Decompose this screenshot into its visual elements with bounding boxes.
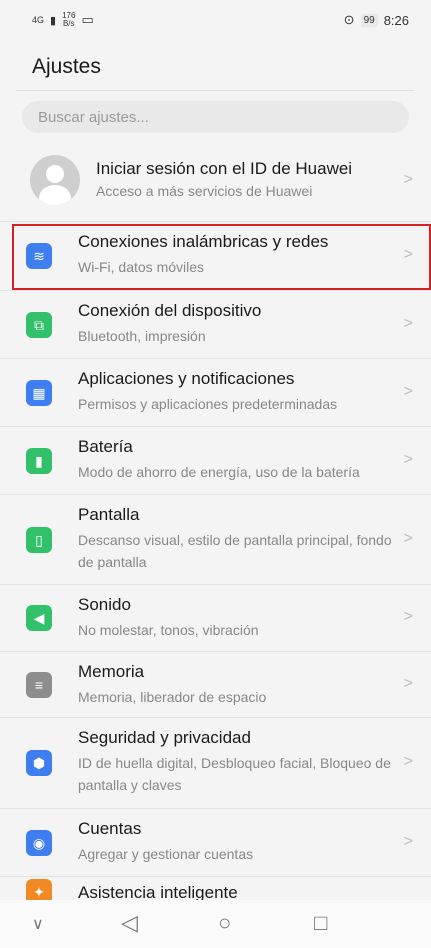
settings-item-subtitle: Modo de ahorro de energía, uso de la bat… (78, 464, 360, 480)
chevron-right-icon: > (403, 608, 413, 625)
chevron-right-icon: > (403, 833, 413, 850)
settings-item[interactable]: ≡ Memoria Memoria, liberador de espacio > (0, 652, 431, 718)
network-speed: 176 B/s (62, 12, 75, 28)
sound-icon: ◀ (26, 605, 52, 631)
back-icon[interactable]: ◁ (121, 910, 138, 936)
settings-item-subtitle: Descanso visual, estilo de pantalla prin… (78, 532, 392, 570)
shield-icon: ⬢ (26, 750, 52, 776)
clock: 8:26 (383, 12, 409, 28)
signal-bars-icon: ▮ (50, 14, 57, 27)
account-title: Iniciar sesión con el ID de Huawei (96, 159, 353, 178)
chevron-right-icon: > (403, 753, 413, 770)
chevron-right-icon: > (403, 171, 413, 188)
apps-grid-icon: ▦ (26, 380, 52, 406)
settings-item-title: Conexión del dispositivo (78, 301, 262, 320)
chevron-down-icon[interactable]: ∨ (32, 914, 44, 934)
settings-list: ≋ Conexiones inalámbricas y redes Wi-Fi, d… (0, 222, 431, 908)
battery-level: 99 (360, 13, 378, 27)
page-header: Ajustes (0, 40, 431, 90)
settings-item-title: Batería (78, 437, 133, 456)
divider (16, 90, 415, 91)
cast-icon: ▭ (81, 12, 94, 27)
settings-item-title: Aplicaciones y notificaciones (78, 369, 295, 388)
status-left: 4G ▮ 176 B/s ▭ (32, 12, 94, 28)
highlight-box (12, 224, 431, 290)
display-icon: ▯ (26, 527, 52, 553)
storage-icon: ≡ (26, 672, 52, 698)
settings-item-subtitle: No molestar, tonos, vibración (78, 622, 259, 638)
chevron-right-icon: > (403, 530, 413, 547)
search-input[interactable]: Buscar ajustes... (22, 101, 409, 133)
account-subtitle: Acceso a más servicios de Huawei (96, 183, 313, 199)
account-icon: ◉ (26, 830, 52, 856)
page-title: Ajustes (32, 55, 101, 78)
settings-item[interactable]: ▯ Pantalla Descanso visual, estilo de pant… (0, 495, 431, 585)
signal-icon: 4G (32, 14, 45, 25)
chevron-right-icon: > (403, 383, 413, 400)
settings-item[interactable]: ⧉ Conexión del dispositivo Bluetooth, impr… (0, 291, 431, 359)
settings-item-subtitle: ID de huella digital, Desbloqueo facial,… (78, 755, 391, 793)
chevron-right-icon: > (403, 451, 413, 468)
settings-item[interactable]: ⬢ Seguridad y privacidad ID de huella digi… (0, 718, 431, 809)
settings-item[interactable]: ◀ Sonido No molestar, tonos, vibración > (0, 585, 431, 652)
huawei-account-row[interactable]: Iniciar sesión con el ID de Huawei Acces… (0, 141, 431, 222)
status-bar: 4G ▮ 176 B/s ▭ ⊙ 99 8:26 (0, 0, 431, 40)
chevron-right-icon: > (403, 315, 413, 332)
device-connection-icon: ⧉ (26, 312, 52, 338)
status-right: ⊙ 99 8:26 (344, 12, 409, 28)
navigation-bar: ∨ ◁ ○ □ (0, 900, 431, 948)
settings-item-subtitle: Bluetooth, impresión (78, 328, 206, 344)
settings-item[interactable]: ▮ Batería Modo de ahorro de energía, uso d… (0, 427, 431, 495)
avatar-icon (30, 155, 80, 205)
settings-item-subtitle: Agregar y gestionar cuentas (78, 846, 254, 862)
chevron-right-icon: > (403, 675, 413, 692)
recents-icon[interactable]: □ (314, 910, 327, 936)
settings-item-title: Cuentas (78, 819, 142, 838)
settings-item-subtitle: Permisos y aplicaciones predeterminadas (78, 396, 338, 412)
settings-item-title: Pantalla (78, 505, 140, 524)
location-icon: ⊙ (343, 12, 355, 27)
settings-item-subtitle: Memoria, liberador de espacio (78, 689, 267, 705)
settings-item[interactable]: ▦ Aplicaciones y notificaciones Permisos y… (0, 359, 431, 427)
settings-item-title: Memoria (78, 662, 145, 681)
battery-icon: ▮ (26, 448, 52, 474)
settings-item[interactable]: ◉ Cuentas Agregar y gestionar cuentas > (0, 809, 431, 877)
settings-item-title: Sonido (78, 595, 131, 614)
home-icon[interactable]: ○ (218, 910, 231, 936)
settings-item-title: Seguridad y privacidad (78, 728, 251, 747)
speed-unit: B/s (62, 19, 75, 28)
